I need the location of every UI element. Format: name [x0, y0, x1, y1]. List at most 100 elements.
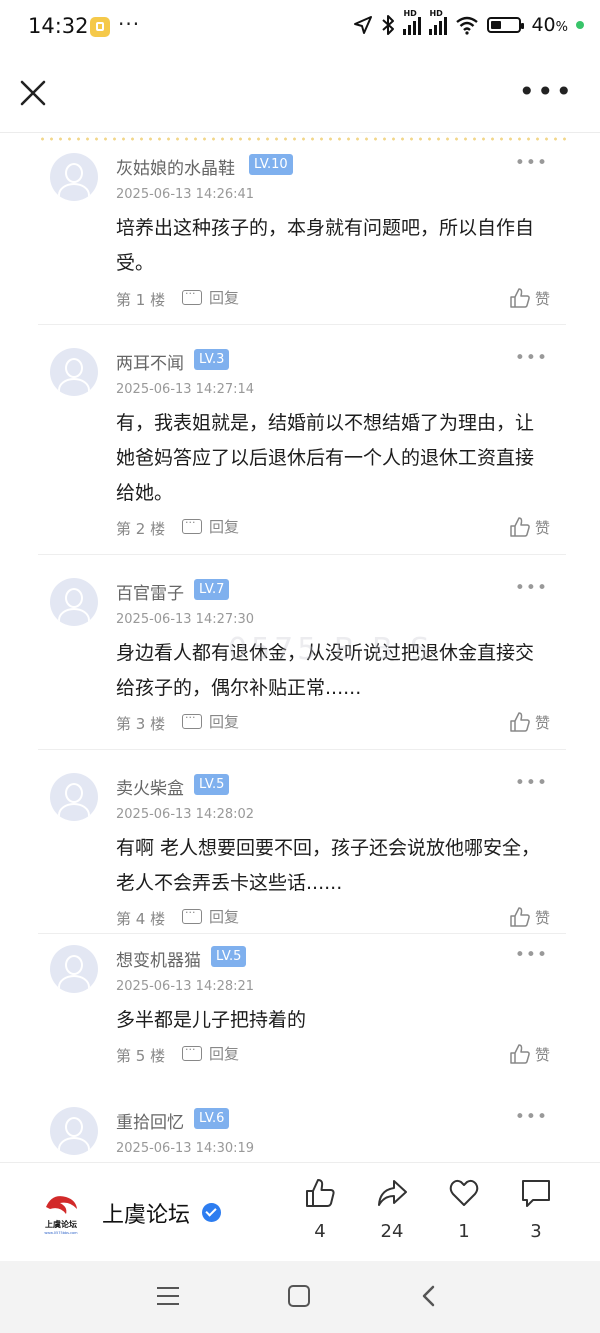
like-label: 赞	[534, 518, 550, 537]
comment-count: 3	[530, 1221, 542, 1242]
like-button[interactable]: 赞	[509, 711, 550, 733]
comment-text: 有，我表姐就是，结婚前以不想结婚了为理由，让她爸妈答应了以后退休后有一个人的退休…	[116, 412, 535, 504]
reply-button[interactable]: 回复	[182, 903, 240, 927]
level-badge: LV.5	[211, 946, 247, 967]
comment-footer: 第 5 楼 回复 赞	[116, 1040, 556, 1067]
heart-icon	[449, 1179, 479, 1206]
comment-divider	[38, 554, 566, 555]
forum-name[interactable]: 上虞论坛	[102, 1197, 190, 1229]
comment-username[interactable]: 卖火柴盒	[116, 774, 184, 799]
level-badge: LV.10	[249, 154, 293, 175]
comment-username[interactable]: 百官雷子	[116, 579, 184, 604]
verified-badge-icon	[202, 1203, 221, 1222]
reply-icon	[182, 284, 202, 305]
thumbs-up-icon	[306, 1179, 335, 1207]
like-button[interactable]: 赞	[509, 287, 550, 309]
like-button[interactable]: 赞	[509, 1043, 550, 1065]
reply-label: 回复	[209, 713, 240, 731]
location-icon	[354, 16, 373, 34]
like-label: 赞	[534, 908, 550, 927]
battery-level: 40%	[531, 14, 568, 36]
thumbs-up-icon	[510, 288, 530, 308]
comment-username[interactable]: 两耳不闻	[116, 349, 184, 374]
comment-time: 2025-06-13 14:27:14	[116, 382, 255, 397]
comment-time: 2025-06-13 14:28:02	[116, 807, 255, 822]
wifi-icon	[456, 16, 479, 35]
page-header: •••	[0, 58, 600, 133]
reply-icon	[182, 513, 202, 534]
back-icon[interactable]	[421, 1285, 435, 1307]
favorite-action-button[interactable]: 1	[434, 1177, 494, 1242]
like-button[interactable]: 赞	[509, 516, 550, 538]
thumbs-up-icon	[510, 712, 530, 732]
reply-label: 回复	[209, 518, 240, 536]
home-icon[interactable]	[288, 1285, 310, 1307]
more-notifications-icon: ···	[118, 12, 141, 36]
level-badge: LV.3	[194, 349, 230, 370]
comment-more-icon[interactable]: •••	[515, 1107, 548, 1127]
menu-icon[interactable]	[157, 1287, 179, 1305]
comment-icon	[522, 1180, 550, 1207]
avatar[interactable]	[50, 1107, 98, 1155]
comment-action-button[interactable]: 3	[506, 1177, 566, 1242]
like-action-button[interactable]: 4	[290, 1177, 350, 1242]
svg-text:上虞论坛: 上虞论坛	[45, 1219, 77, 1229]
comment-text: 有啊 老人想要回要不回，孩子还会说放他哪安全，老人不会弄丢卡这些话......	[116, 837, 541, 894]
comment-username[interactable]: 想变机器猫	[116, 946, 201, 971]
reply-button[interactable]: 回复	[182, 513, 240, 537]
comment-more-icon[interactable]: •••	[515, 773, 548, 793]
more-options-icon[interactable]: •••	[518, 78, 574, 106]
signal-icon-2: HD	[429, 9, 448, 35]
comment-divider	[38, 324, 566, 325]
reply-icon	[182, 708, 202, 729]
watermark: 0575 B B S	[228, 632, 434, 667]
signal-icon: HD	[403, 9, 422, 35]
level-badge: LV.6	[194, 1108, 230, 1129]
avatar[interactable]	[50, 578, 98, 626]
avatar[interactable]	[50, 348, 98, 396]
avatar[interactable]	[50, 773, 98, 821]
comment-username[interactable]: 灰姑娘的水晶鞋	[116, 154, 235, 179]
like-label: 赞	[534, 713, 550, 732]
reply-button[interactable]: 回复	[182, 284, 240, 308]
level-badge: LV.7	[194, 579, 230, 600]
comment-more-icon[interactable]: •••	[515, 348, 548, 368]
comment-time: 2025-06-13 14:27:30	[116, 612, 255, 627]
comment-time: 2025-06-13 14:28:21	[116, 979, 255, 994]
status-bar: 14:32 ··· HD HD 40%	[0, 0, 600, 58]
app-notification-icon	[90, 17, 110, 37]
reply-button[interactable]: 回复	[182, 708, 240, 732]
comment-more-icon[interactable]: •••	[515, 153, 548, 173]
share-icon	[378, 1180, 407, 1206]
share-action-button[interactable]: 24	[362, 1177, 422, 1242]
battery-icon	[487, 17, 525, 33]
dotted-divider	[38, 137, 566, 141]
reply-button[interactable]: 回复	[182, 1040, 240, 1064]
comment-username[interactable]: 重拾回忆	[116, 1108, 184, 1133]
bottom-action-bar: 上虞论坛 www.0575bbs.com 上虞论坛 4 24 1 3	[0, 1162, 600, 1261]
comment-divider	[38, 933, 566, 934]
forum-logo[interactable]: 上虞论坛 www.0575bbs.com	[36, 1187, 86, 1237]
comment-more-icon[interactable]: •••	[515, 578, 548, 598]
comment-more-icon[interactable]: •••	[515, 945, 548, 965]
reply-label: 回复	[209, 1045, 240, 1063]
reply-label: 回复	[209, 289, 240, 307]
like-button[interactable]: 赞	[509, 906, 550, 928]
comment-text: 培养出这种孩子的，本身就有问题吧，所以自作自受。	[116, 217, 535, 274]
reply-label: 回复	[209, 908, 240, 926]
avatar[interactable]	[50, 153, 98, 201]
floor-number: 第 3 楼	[116, 715, 166, 733]
battery-status-dot	[576, 21, 584, 29]
like-label: 赞	[534, 1045, 550, 1064]
close-icon[interactable]	[18, 78, 48, 108]
floor-number: 第 4 楼	[116, 910, 166, 928]
comment-time: 2025-06-13 14:26:41	[116, 187, 255, 202]
bluetooth-icon	[382, 15, 395, 35]
thumbs-up-icon	[510, 517, 530, 537]
avatar[interactable]	[50, 945, 98, 993]
reply-icon	[182, 1040, 202, 1061]
comment-text: 多半都是儿子把持着的	[116, 1009, 307, 1031]
comment-time: 2025-06-13 14:30:19	[116, 1141, 255, 1156]
like-label: 赞	[534, 289, 550, 308]
comment-footer: 第 1 楼 回复 赞	[116, 284, 556, 311]
